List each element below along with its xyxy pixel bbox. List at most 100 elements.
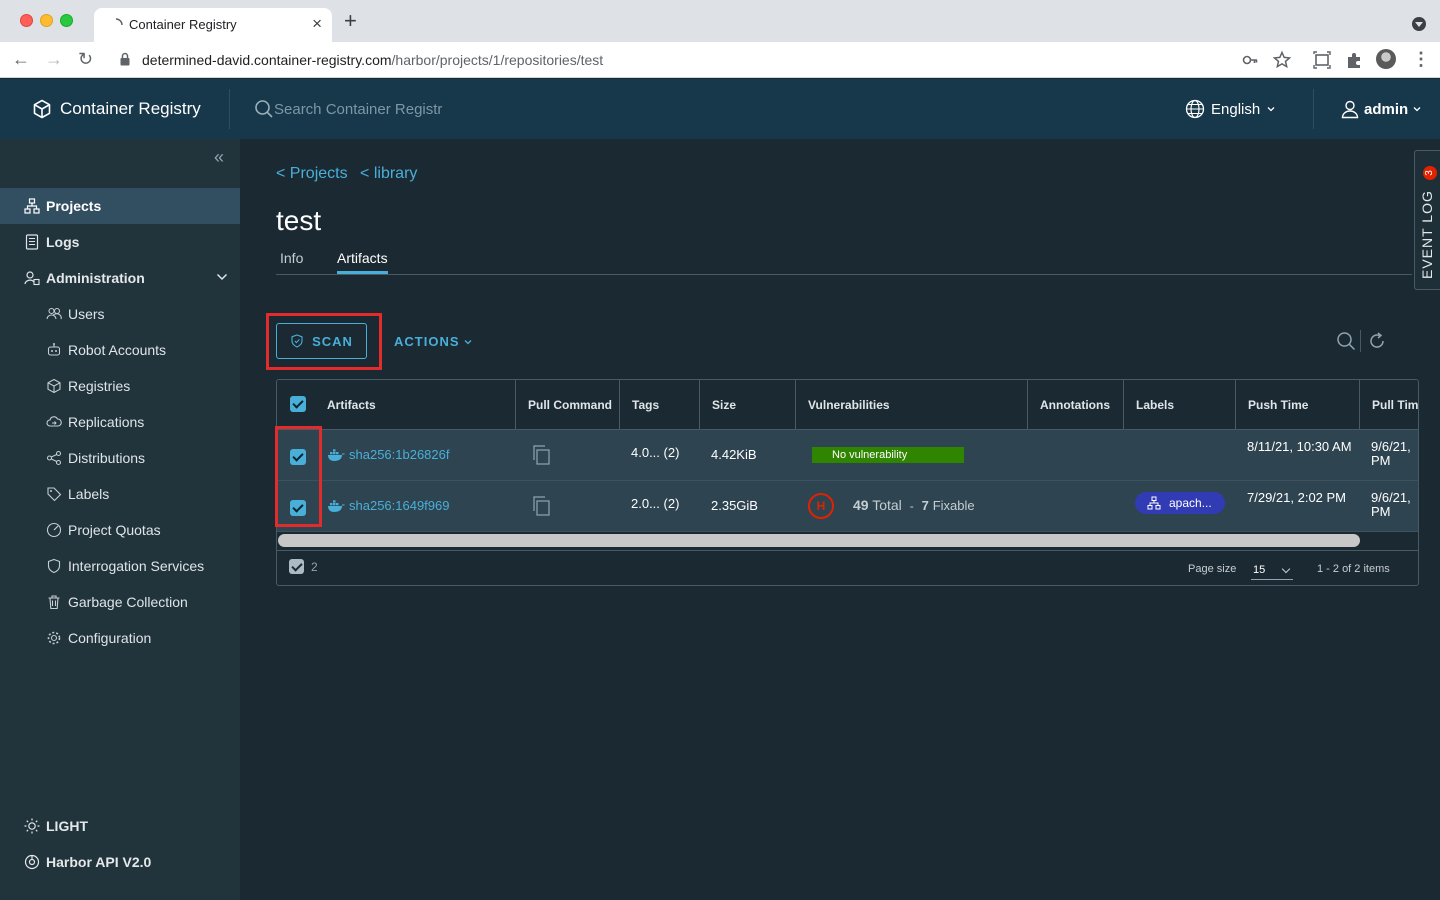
sidebar-item-distributions[interactable]: Distributions <box>0 440 240 476</box>
browser-tab[interactable]: Container Registry × <box>94 8 332 42</box>
shield-icon <box>47 558 61 574</box>
breadcrumb-projects[interactable]: < Projects <box>276 165 348 182</box>
language-selector[interactable]: English <box>1185 99 1276 119</box>
sidebar-item-configuration[interactable]: Configuration <box>0 620 240 656</box>
no-vulnerability-bar[interactable]: No vulnerability <box>812 447 964 463</box>
col-annotations[interactable]: Annotations <box>1027 380 1123 430</box>
tags-value[interactable]: 2.0... (2) <box>631 496 679 511</box>
page-title: test <box>276 205 322 236</box>
new-tab-button[interactable]: + <box>344 10 357 32</box>
extensions-icon[interactable] <box>1344 50 1364 70</box>
url-host: determined-david.container-registry.com <box>142 52 392 68</box>
copy-icon[interactable] <box>531 495 551 517</box>
sidebar-item-users[interactable]: Users <box>0 296 240 332</box>
col-pull-time[interactable]: Pull Time <box>1359 380 1418 430</box>
api-label: Harbor API V2.0 <box>46 854 152 870</box>
reload-icon[interactable]: ↻ <box>78 49 93 69</box>
close-window-button[interactable] <box>20 14 33 27</box>
actions-dropdown[interactable]: ACTIONS <box>394 334 472 349</box>
col-labels[interactable]: Labels <box>1123 380 1235 430</box>
tab-search-icon[interactable] <box>1412 17 1426 31</box>
page-size-value: 15 <box>1253 564 1266 576</box>
distributions-icon <box>46 450 62 466</box>
label-pill[interactable]: apach... <box>1135 492 1225 514</box>
search-icon[interactable] <box>1336 331 1356 351</box>
sidebar-item-label: Robot Accounts <box>68 342 167 358</box>
api-link[interactable]: Harbor API V2.0 <box>24 852 151 872</box>
artifact-digest-link[interactable]: sha256:1649f969 <box>349 498 449 513</box>
sidebar-item-registries[interactable]: Registries <box>0 368 240 404</box>
star-icon[interactable] <box>1272 50 1292 70</box>
breadcrumb: < Projects < library <box>276 165 425 183</box>
registries-icon <box>47 378 61 394</box>
tab-artifacts[interactable]: Artifacts <box>337 250 388 274</box>
tags-value[interactable]: 4.0... (2) <box>631 445 679 460</box>
forward-icon[interactable]: → <box>45 49 63 69</box>
col-push-time[interactable]: Push Time <box>1235 380 1359 430</box>
sidebar-item-projects[interactable]: Projects <box>0 188 240 224</box>
push-time-value: 8/11/21, 10:30 AM <box>1247 439 1352 454</box>
tag-icon <box>47 487 62 502</box>
table-row[interactable]: sha256:1b26826f 4.0... (2) 4.42KiB No vu… <box>277 430 1418 481</box>
chevron-down-icon <box>1281 564 1291 574</box>
url-field[interactable]: determined-david.container-registry.com/… <box>142 52 603 68</box>
col-artifacts[interactable]: Artifacts <box>315 380 515 430</box>
page-size-select[interactable]: 15 <box>1251 560 1293 580</box>
trash-icon <box>48 595 60 610</box>
horizontal-scrollbar[interactable] <box>277 532 1418 549</box>
collapse-sidebar-icon[interactable]: « <box>214 148 224 166</box>
sidebar-item-interrogation-services[interactable]: Interrogation Services <box>0 548 240 584</box>
severity-high-badge: H <box>808 493 834 519</box>
menu-dots-icon[interactable]: ⋮ <box>1412 49 1430 69</box>
docker-icon <box>328 449 345 461</box>
key-icon[interactable] <box>1240 50 1260 70</box>
selected-count-icon <box>289 559 304 574</box>
app-header: Container Registry English admin <box>0 79 1440 139</box>
chevron-down-icon <box>1267 107 1275 112</box>
select-all-checkbox[interactable] <box>290 396 306 412</box>
maximize-window-button[interactable] <box>60 14 73 27</box>
loading-icon <box>115 18 123 26</box>
back-icon[interactable]: ← <box>12 49 30 69</box>
scrollbar-thumb[interactable] <box>278 534 1360 547</box>
sidebar-item-label: Project Quotas <box>68 522 161 538</box>
sidebar-item-replications[interactable]: Replications <box>0 404 240 440</box>
col-tags[interactable]: Tags <box>619 380 699 430</box>
url-path: /harbor/projects/1/repositories/test <box>391 52 604 68</box>
tab-info[interactable]: Info <box>280 250 303 274</box>
fixable-count: 7 <box>921 498 929 513</box>
user-menu[interactable]: admin <box>1340 99 1422 119</box>
table-row[interactable]: sha256:1649f969 2.0... (2) 2.35GiB H 49 … <box>277 481 1418 532</box>
refresh-icon[interactable] <box>1367 331 1387 351</box>
globe-icon <box>1185 99 1205 119</box>
tab-close-icon[interactable]: × <box>312 14 322 34</box>
screen-capture-icon[interactable] <box>1312 50 1332 70</box>
profile-avatar[interactable] <box>1376 49 1396 69</box>
theme-toggle[interactable]: LIGHT <box>24 816 88 836</box>
sidebar-item-project-quotas[interactable]: Project Quotas <box>0 512 240 548</box>
minimize-window-button[interactable] <box>40 14 53 27</box>
col-size[interactable]: Size <box>699 380 795 430</box>
sidebar-item-label: Users <box>68 306 105 322</box>
sidebar-item-administration[interactable]: Administration <box>0 260 240 296</box>
tab-bar: Info Artifacts <box>276 249 1412 275</box>
scan-highlight <box>266 313 382 370</box>
sidebar-item-labels[interactable]: Labels <box>0 476 240 512</box>
copy-icon[interactable] <box>531 444 551 466</box>
search-input[interactable] <box>274 97 474 121</box>
vulnerability-summary[interactable]: 49 Total - 7 Fixable <box>853 497 975 513</box>
col-vulnerabilities[interactable]: Vulnerabilities <box>795 380 1027 430</box>
search-icon <box>255 100 273 118</box>
gear-icon <box>47 631 61 645</box>
app-title[interactable]: Container Registry <box>60 99 201 119</box>
event-log-button[interactable]: 3 EVENT LOG <box>1414 150 1440 290</box>
artifact-digest-link[interactable]: sha256:1b26826f <box>349 447 449 462</box>
language-label: English <box>1211 100 1261 118</box>
sidebar-item-logs[interactable]: Logs <box>0 224 240 260</box>
label-text: apach... <box>1169 496 1212 510</box>
breadcrumb-library[interactable]: < library <box>360 165 417 182</box>
sidebar-item-robot-accounts[interactable]: Robot Accounts <box>0 332 240 368</box>
artifacts-table: Artifacts Pull Command Tags Size Vulnera… <box>276 379 1419 586</box>
sidebar-item-garbage-collection[interactable]: Garbage Collection <box>0 584 240 620</box>
col-pull-command[interactable]: Pull Command <box>515 380 619 430</box>
